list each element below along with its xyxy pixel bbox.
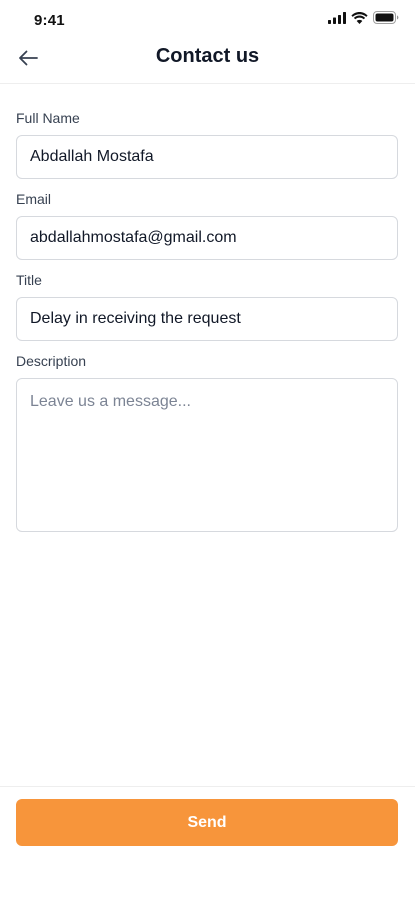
send-button[interactable]: Send bbox=[16, 799, 398, 846]
battery-icon bbox=[373, 11, 399, 29]
title-label: Title bbox=[16, 272, 42, 288]
full-name-input[interactable] bbox=[16, 135, 398, 179]
status-icons bbox=[328, 11, 399, 29]
email-field-group: Email bbox=[16, 191, 398, 260]
description-field-group: Description bbox=[16, 353, 398, 537]
header: Contact us bbox=[0, 40, 415, 84]
description-textarea[interactable] bbox=[16, 378, 398, 532]
email-label: Email bbox=[16, 191, 52, 207]
title-input[interactable] bbox=[16, 297, 398, 341]
footer: Send bbox=[0, 786, 415, 897]
full-name-field-group: Full Name bbox=[16, 110, 398, 179]
full-name-label: Full Name bbox=[16, 110, 80, 126]
title-field-group: Title bbox=[16, 272, 398, 341]
page-title: Contact us bbox=[155, 45, 260, 67]
contact-form: Full Name Email Title Description bbox=[16, 110, 398, 549]
status-time: 9:41 bbox=[34, 12, 65, 29]
description-label: Description bbox=[16, 353, 87, 369]
wifi-icon bbox=[351, 11, 368, 29]
email-input[interactable] bbox=[16, 216, 398, 260]
status-bar: 9:41 bbox=[0, 0, 415, 40]
cellular-signal-icon bbox=[328, 11, 346, 29]
